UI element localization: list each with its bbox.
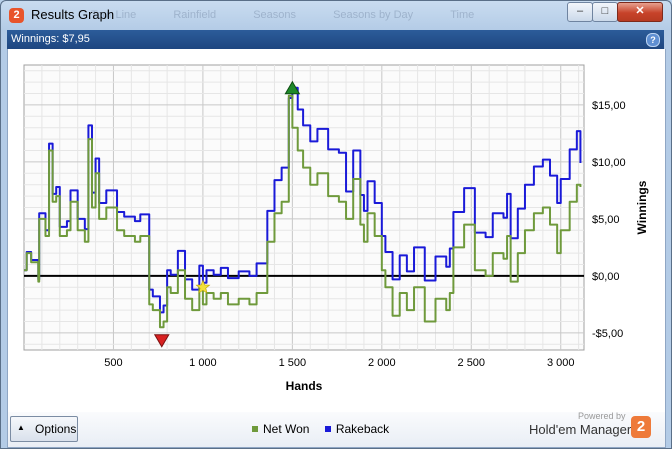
title-bar[interactable]: 2 Results Graph Tour Line Rainfield Seas… bbox=[1, 1, 671, 30]
chart-panel: 500 1 000 1 500 2 000 2 500 3 000 -$5,00 $0,00 $… bbox=[7, 49, 666, 412]
help-icon[interactable]: ? bbox=[646, 33, 660, 47]
x-tick-label: 2 500 bbox=[458, 357, 486, 369]
y-tick-label: $5,00 bbox=[592, 214, 620, 226]
powered-by-label: Powered by bbox=[578, 411, 626, 421]
background-tab: Seasons bbox=[253, 9, 297, 21]
chart-legend: Net Won Rakeback bbox=[252, 422, 401, 436]
brand-name: Hold'em Manager bbox=[529, 422, 632, 437]
net-won-swatch bbox=[252, 425, 258, 432]
x-tick-label: 500 bbox=[104, 357, 122, 369]
x-tick-label: 1 000 bbox=[189, 357, 217, 369]
winnings-label: Winnings: $7,95 bbox=[11, 33, 90, 45]
legend-label: Rakeback bbox=[335, 422, 390, 436]
options-label: Options bbox=[35, 422, 77, 436]
y-tick-label: $10,00 bbox=[592, 157, 626, 169]
rakeback-swatch bbox=[324, 425, 331, 432]
results-graph-window: 2 Results Graph Tour Line Rainfield Seas… bbox=[0, 0, 672, 449]
results-chart: 500 1 000 1 500 2 000 2 500 3 000 -$5,00 $0,00 $… bbox=[23, 64, 649, 393]
legend-item-net-won: Net Won bbox=[252, 422, 309, 436]
x-tick-label: 1 500 bbox=[279, 357, 307, 369]
y-tick-label: -$5,00 bbox=[592, 328, 623, 340]
minimize-button[interactable]: – bbox=[567, 2, 593, 22]
close-button[interactable]: ✕ bbox=[617, 2, 663, 22]
maximize-button[interactable]: □ bbox=[592, 2, 618, 22]
y-tick-label: $0,00 bbox=[592, 271, 620, 283]
legend-label: Net Won bbox=[263, 422, 310, 436]
bottom-bar: ▲ Options Net Won Rakeback Powered by Ho… bbox=[7, 411, 666, 448]
options-button[interactable]: ▲ Options bbox=[10, 416, 78, 442]
legend-item-rakeback: Rakeback bbox=[324, 422, 390, 436]
x-tick-label: 3 000 bbox=[547, 357, 575, 369]
y-tick-label: $15,00 bbox=[592, 100, 626, 112]
hem-logo-icon: 2 bbox=[631, 416, 651, 438]
winnings-bar: Winnings: $7,95 ? bbox=[7, 30, 664, 49]
x-axis-title: Hands bbox=[286, 379, 323, 393]
background-tab: Time bbox=[450, 9, 475, 21]
app-logo-icon: 2 bbox=[9, 8, 24, 23]
background-tab: Tour Line bbox=[91, 9, 137, 21]
background-tab: Rainfield bbox=[173, 9, 217, 21]
background-tab: Seasons by Day bbox=[333, 9, 414, 21]
background-tabs: Tour Line Rainfield Seasons Seasons by D… bbox=[91, 9, 508, 21]
y-axis-title: Winnings bbox=[635, 180, 649, 234]
expand-up-icon: ▲ bbox=[17, 423, 25, 432]
x-tick-label: 2 000 bbox=[368, 357, 396, 369]
